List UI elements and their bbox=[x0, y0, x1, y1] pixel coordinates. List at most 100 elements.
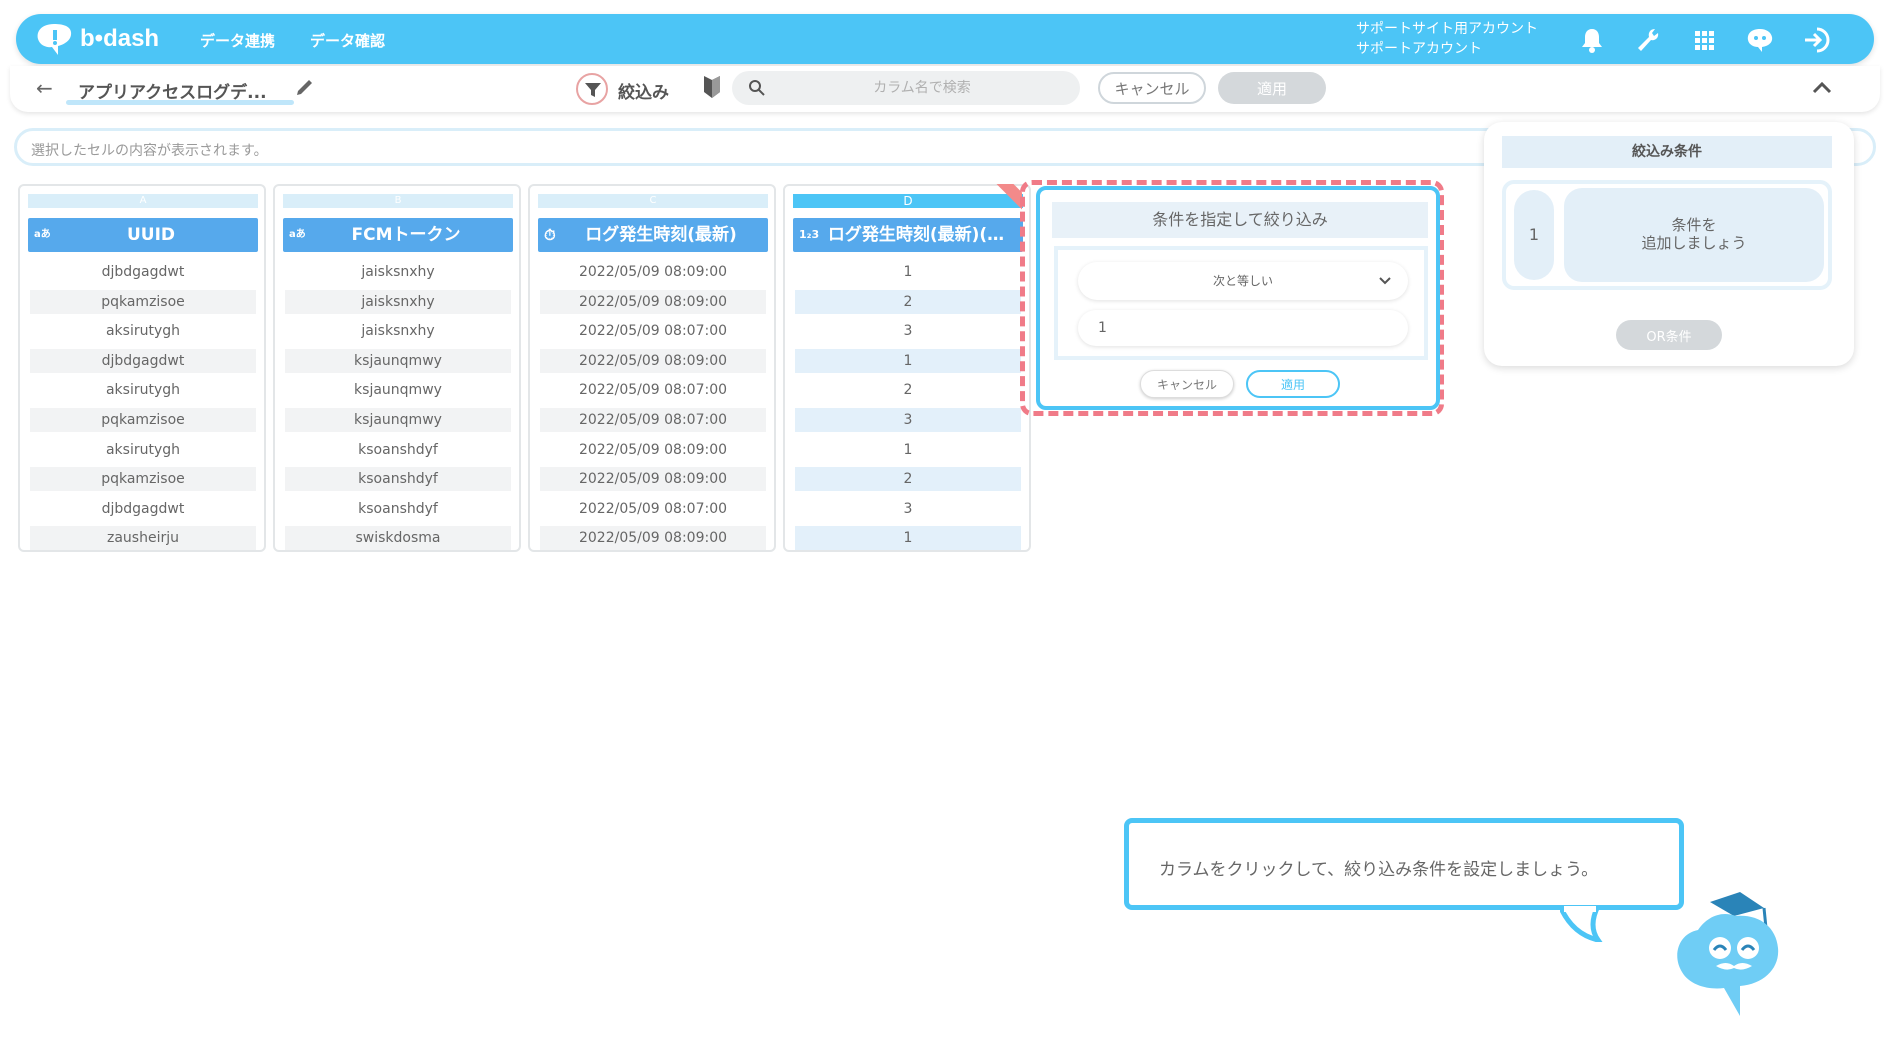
table-cell[interactable]: ksoanshdyf bbox=[285, 497, 511, 521]
table-cell[interactable]: aksirutygh bbox=[30, 438, 256, 462]
text-type-icon: aあ bbox=[289, 229, 306, 240]
column-b[interactable]: B aあ FCMトークン jaisksnxhy jaisksnxhy jaisk… bbox=[273, 184, 521, 552]
table-cell[interactable]: 2022/05/09 08:07:00 bbox=[540, 407, 766, 432]
filter-value-input[interactable]: 1 bbox=[1078, 310, 1408, 346]
table-cell[interactable]: zausheirju bbox=[30, 526, 256, 551]
column-header[interactable]: ⏱ ログ発生時刻(最新) bbox=[538, 218, 768, 252]
cancel-button[interactable]: キャンセル bbox=[1098, 72, 1206, 104]
account-sub: サポートアカウント bbox=[1356, 41, 1482, 57]
table-cell[interactable]: jaisksnxhy bbox=[285, 319, 511, 343]
operator-select[interactable]: 次と等しい bbox=[1078, 262, 1408, 300]
pencil-icon[interactable] bbox=[294, 76, 316, 98]
popup-cancel-button[interactable]: キャンセル bbox=[1140, 370, 1234, 398]
bdash-logo[interactable]: b•dash bbox=[34, 21, 194, 57]
table-cell[interactable]: 2022/05/09 08:09:00 bbox=[540, 348, 766, 373]
bubble-tail-icon bbox=[1560, 906, 1603, 942]
table-cell[interactable]: 2022/05/09 08:09:00 bbox=[540, 289, 766, 314]
table-cell[interactable]: 2022/05/09 08:07:00 bbox=[540, 378, 766, 402]
table-cell[interactable]: 2022/05/09 08:09:00 bbox=[540, 526, 766, 551]
table-cell[interactable]: pqkamzisoe bbox=[30, 467, 256, 492]
table-cell[interactable]: aksirutygh bbox=[30, 378, 256, 402]
column-rows: djbdgagdwt pqkamzisoe aksirutygh djbdgag… bbox=[30, 260, 256, 556]
column-header-label: ログ発生時刻(最新)(… bbox=[827, 225, 1005, 245]
column-ribbon bbox=[996, 184, 1022, 210]
table-cell[interactable]: ksjaunqmwy bbox=[285, 378, 511, 402]
column-a[interactable]: A aあ UUID djbdgagdwt pqkamzisoe aksiruty… bbox=[18, 184, 266, 552]
apply-button[interactable]: 適用 bbox=[1218, 72, 1326, 104]
column-c[interactable]: C ⏱ ログ発生時刻(最新) 2022/05/09 08:09:00 2022/… bbox=[528, 184, 776, 552]
nav-data-integration[interactable]: データ連携 bbox=[200, 30, 275, 51]
column-letter: C bbox=[538, 194, 768, 208]
filter-toggle[interactable] bbox=[576, 73, 608, 105]
table-cell[interactable]: ksoanshdyf bbox=[285, 438, 511, 462]
funnel-icon bbox=[585, 83, 601, 97]
table-cell[interactable]: 2022/05/09 08:07:00 bbox=[540, 319, 766, 343]
table-cell[interactable]: pqkamzisoe bbox=[30, 407, 256, 432]
popup-body: 次と等しい 1 bbox=[1054, 246, 1428, 360]
column-header[interactable]: 1₂3 ログ発生時刻(最新)(… bbox=[793, 218, 1023, 252]
table-cell[interactable]: 1 bbox=[795, 526, 1021, 551]
table-cell[interactable]: aksirutygh bbox=[30, 319, 256, 343]
operator-value: 次と等しい bbox=[1212, 274, 1273, 288]
top-header: b•dash データ連携 データ確認 サポートサイト用アカウント サポートアカウ… bbox=[16, 14, 1874, 64]
table-cell[interactable]: djbdgagdwt bbox=[30, 260, 256, 284]
search-input[interactable] bbox=[772, 71, 1072, 105]
chevron-down-icon bbox=[1379, 277, 1391, 285]
nav-data-check[interactable]: データ確認 bbox=[310, 30, 385, 51]
table-cell[interactable]: 3 bbox=[795, 319, 1021, 343]
condition-number: 1 bbox=[1514, 190, 1554, 280]
grid-icon[interactable] bbox=[1688, 24, 1720, 56]
table-cell[interactable]: jaisksnxhy bbox=[285, 260, 511, 284]
table-cell[interactable]: ksjaunqmwy bbox=[285, 348, 511, 373]
table-cell[interactable]: 3 bbox=[795, 497, 1021, 521]
column-header[interactable]: aあ UUID bbox=[28, 218, 258, 252]
column-header[interactable]: aあ FCMトークン bbox=[283, 218, 513, 252]
beginner-mark-icon[interactable] bbox=[702, 74, 722, 100]
mascot-icon bbox=[1677, 892, 1779, 1016]
popup-apply-button[interactable]: 適用 bbox=[1246, 370, 1340, 398]
table-cell[interactable]: 1 bbox=[795, 438, 1021, 462]
table-cell[interactable]: djbdgagdwt bbox=[30, 348, 256, 373]
chat-icon[interactable] bbox=[1744, 24, 1776, 56]
back-arrow-icon[interactable]: ← bbox=[36, 76, 53, 100]
table-cell[interactable]: djbdgagdwt bbox=[30, 497, 256, 521]
table-cell[interactable]: 1 bbox=[795, 260, 1021, 284]
hint-text: カラムをクリックして、絞り込み条件を設定しましょう。 bbox=[1159, 860, 1599, 880]
wrench-icon[interactable] bbox=[1632, 24, 1664, 56]
table-cell[interactable]: 2 bbox=[795, 467, 1021, 492]
table-cell[interactable]: 2022/05/09 08:07:00 bbox=[540, 497, 766, 521]
column-letter: D bbox=[793, 194, 1023, 208]
add-condition-placeholder[interactable]: 条件を 追加しましょう bbox=[1564, 188, 1824, 282]
column-rows: jaisksnxhy jaisksnxhy jaisksnxhy ksjaunq… bbox=[285, 260, 511, 556]
add-condition-line1: 条件を bbox=[1671, 216, 1717, 234]
title-underline bbox=[66, 100, 294, 105]
table-cell[interactable]: 2022/05/09 08:09:00 bbox=[540, 438, 766, 462]
filter-popup: 条件を指定して絞り込み 次と等しい 1 キャンセル 適用 bbox=[1036, 186, 1440, 410]
sheet-toolbar: ← アプリアクセスログデ... 絞込み キャンセル 適用 bbox=[10, 66, 1880, 112]
column-d[interactable]: D 1₂3 ログ発生時刻(最新)(… 1 2 3 1 2 3 1 2 3 1 bbox=[783, 184, 1031, 552]
table-cell[interactable]: pqkamzisoe bbox=[30, 289, 256, 314]
table-cell[interactable]: 1 bbox=[795, 348, 1021, 373]
stopwatch-icon: ⏱ bbox=[544, 226, 556, 244]
logo-bubble-icon bbox=[37, 24, 72, 55]
filter-label: 絞込み bbox=[618, 83, 669, 103]
table-cell[interactable]: 2022/05/09 08:09:00 bbox=[540, 467, 766, 492]
table-cell[interactable]: 3 bbox=[795, 407, 1021, 432]
account-info[interactable]: サポートサイト用アカウント サポートアカウント bbox=[1356, 19, 1538, 59]
logout-icon[interactable] bbox=[1800, 24, 1832, 56]
table-cell[interactable]: ksjaunqmwy bbox=[285, 407, 511, 432]
account-name: サポートサイト用アカウント bbox=[1356, 21, 1538, 37]
table-cell[interactable]: swiskdosma bbox=[285, 526, 511, 551]
or-condition-button[interactable]: OR条件 bbox=[1616, 320, 1722, 350]
table-cell[interactable]: 2022/05/09 08:09:00 bbox=[540, 260, 766, 284]
table-cell[interactable]: 2 bbox=[795, 378, 1021, 402]
table-cell[interactable]: jaisksnxhy bbox=[285, 289, 511, 314]
column-letter: A bbox=[28, 194, 258, 208]
chevron-up-icon[interactable] bbox=[1808, 74, 1836, 102]
table-cell[interactable]: 2 bbox=[795, 289, 1021, 314]
bell-icon[interactable] bbox=[1576, 24, 1608, 56]
table-cell[interactable]: ksoanshdyf bbox=[285, 467, 511, 492]
popup-title: 条件を指定して絞り込み bbox=[1052, 202, 1428, 238]
column-rows: 1 2 3 1 2 3 1 2 3 1 bbox=[795, 260, 1021, 556]
column-search[interactable] bbox=[732, 71, 1080, 105]
